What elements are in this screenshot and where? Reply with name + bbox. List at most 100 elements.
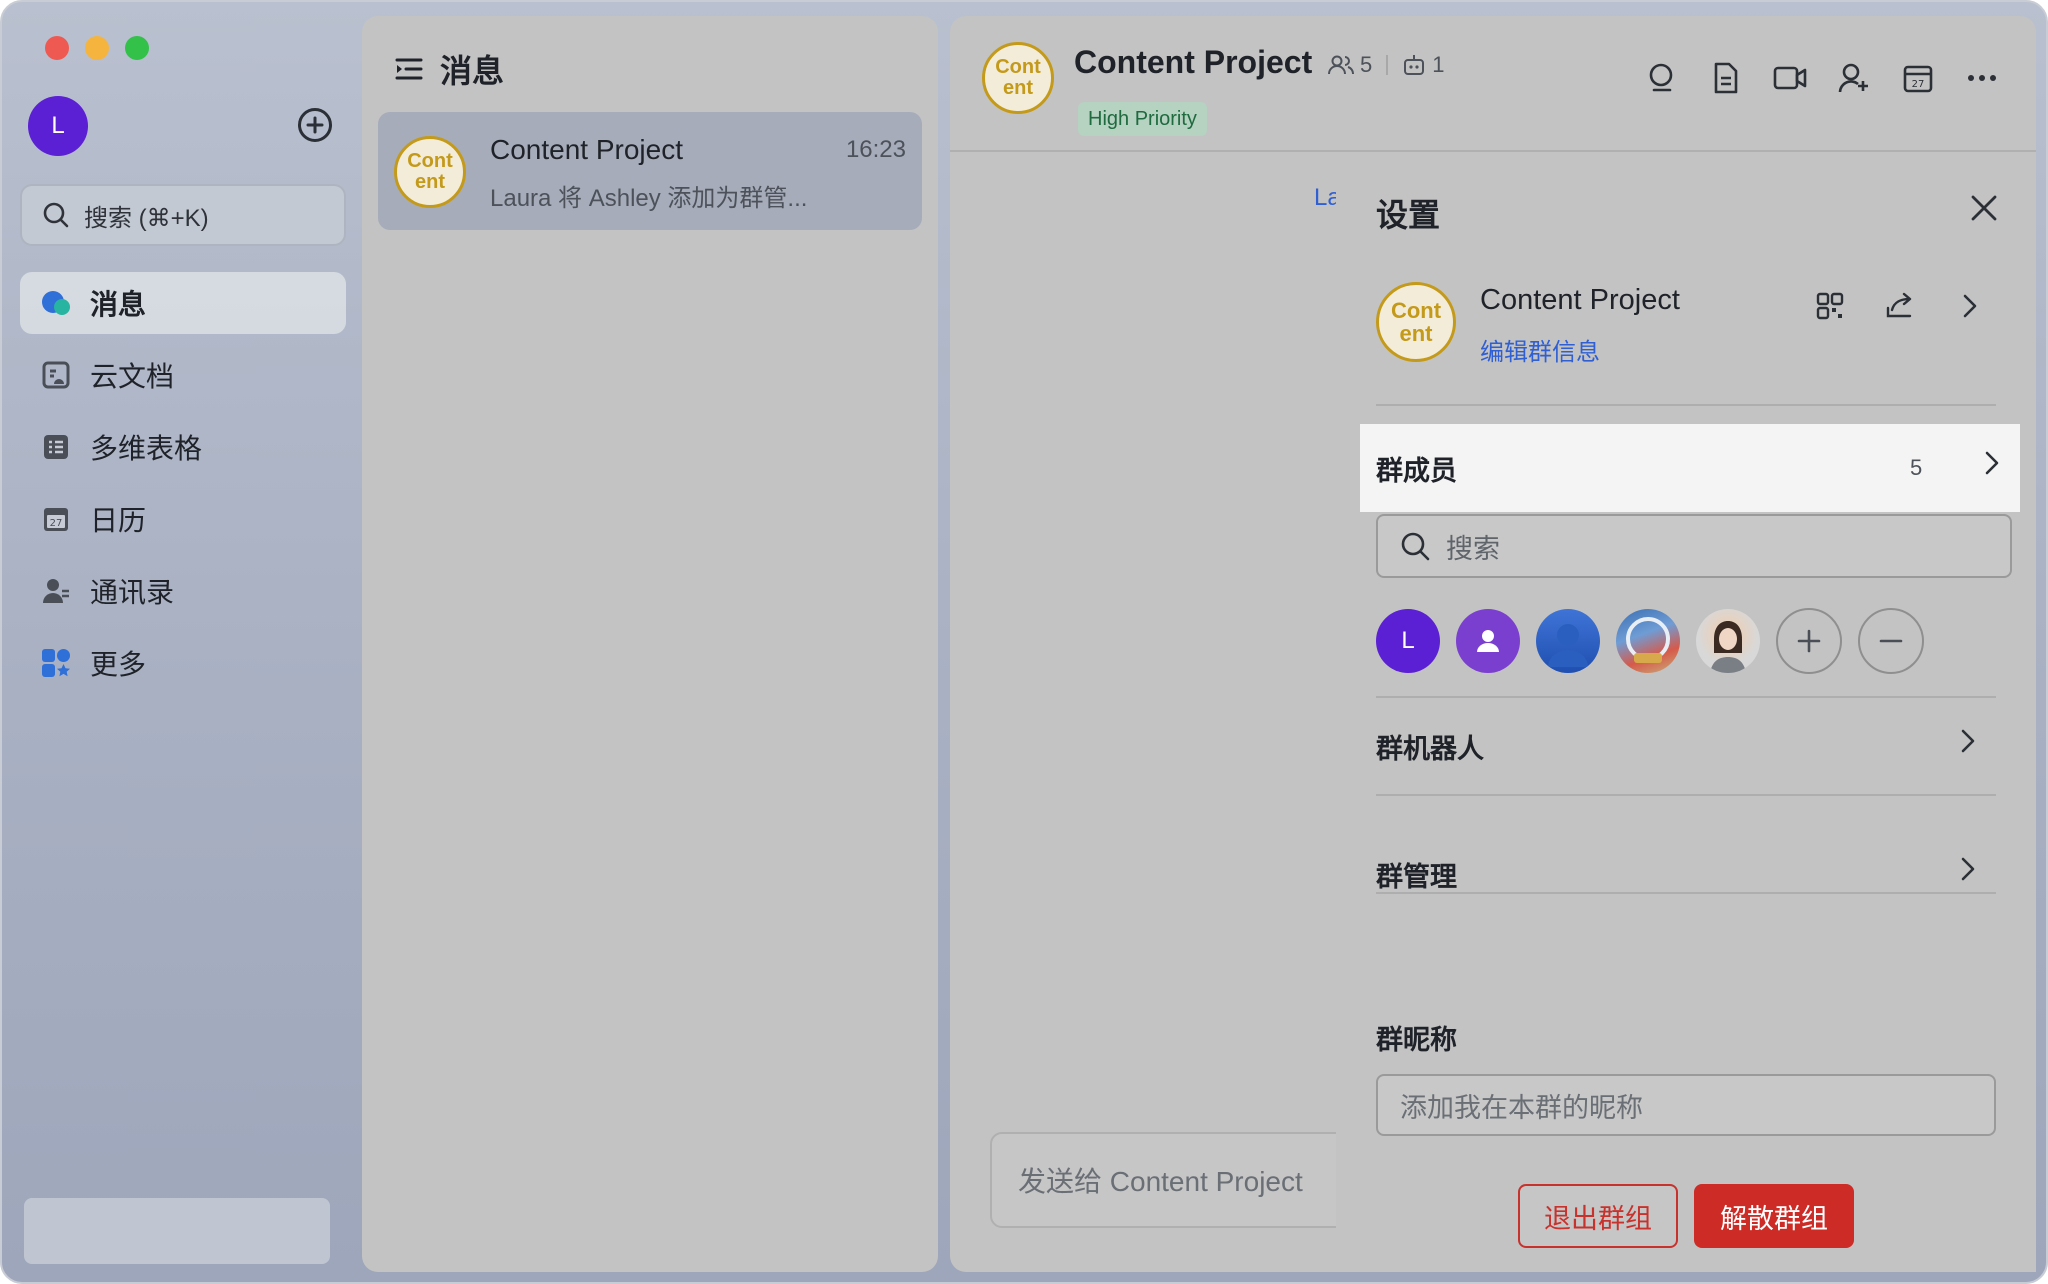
plus-icon [1797,629,1821,653]
nickname-label: 群昵称 [1376,1025,1457,1055]
conversation-preview: Laura 将 Ashley 添加为群管... [490,185,808,212]
group-info-actions [1812,288,2022,324]
window-close-button[interactable] [45,36,69,60]
search-chat-button[interactable] [1644,60,1680,96]
search-icon [1400,531,1430,561]
sidebar-item-contacts[interactable]: 通讯录 [20,560,346,622]
more-apps-icon [40,647,72,679]
member-count-value: 5 [1360,52,1373,77]
add-member-icon [1838,63,1868,93]
group-manage-label: 群管理 [1376,861,1457,892]
chevron-right-icon [1960,728,1976,761]
collapse-list-icon[interactable] [394,54,424,84]
group-avatar-text: Cont ent [407,150,453,193]
sidebar-item-calendar[interactable]: 27 日历 [20,488,346,550]
chat-group-avatar[interactable]: Cont ent [982,42,1054,114]
doc-icon [1714,62,1738,94]
cloud-doc-icon [40,359,72,391]
sidebar-item-label: 云文档 [90,361,175,392]
person-icon [1477,630,1499,652]
add-member-button[interactable] [1836,60,1872,96]
window-minimize-button[interactable] [85,36,109,60]
group-members-count: 5 [1910,455,1923,480]
nickname-input[interactable]: 添加我在本群的昵称 [1376,1074,1996,1136]
divider [1376,404,1996,406]
search-icon [1649,63,1673,92]
global-search[interactable]: 搜索 (⌘+K) [20,184,346,246]
priority-tag: High Priority [1078,102,1207,136]
qr-code-button[interactable] [1812,288,1848,324]
sidebar-item-label: 多维表格 [90,433,203,464]
member-avatar[interactable] [1616,609,1680,673]
chat-header: Cont ent Content Project 5 1 High Priori… [950,16,2036,152]
svg-text:27: 27 [50,518,63,529]
sidebar-item-label: 通讯录 [90,577,175,608]
sidebar-nav: 消息 云文档 多维表格 27 日历 通讯录 更多 [20,272,346,704]
more-button[interactable] [1964,60,2000,96]
qr-code-icon [1816,292,1844,320]
group-avatar-text: Cont ent [995,56,1041,99]
group-members-row[interactable]: 群成员 5 [1360,424,2020,512]
svg-text:27: 27 [1912,79,1925,90]
disband-group-button[interactable]: 解散群组 [1694,1184,1854,1248]
composer-placeholder: 发送给 Content Project [1018,1166,1303,1197]
base-table-icon [40,431,72,463]
sidebar-item-more[interactable]: 更多 [20,632,346,694]
member-avatar[interactable] [1696,609,1760,673]
calendar-icon: 27 [1903,65,1933,93]
member-count[interactable]: 5 [1328,52,1372,78]
user-avatar[interactable]: L [28,96,88,156]
settings-panel: 设置 Cont ent Content Project 编辑群信息 群成员 5 … [1336,152,2036,1272]
sidebar-item-docs[interactable]: 云文档 [20,344,346,406]
conversation-item[interactable]: Cont ent Content Project 16:23 Laura 将 A… [378,112,922,230]
bot-icon [1404,55,1425,75]
group-bots-label: 群机器人 [1376,733,1484,764]
minus-icon [1879,639,1903,643]
group-manage-row[interactable]: 群管理 [1376,844,1996,904]
group-avatar: Cont ent [394,136,466,208]
window-maximize-button[interactable] [125,36,149,60]
plus-circle-icon [306,116,324,134]
share-group-button[interactable] [1882,288,1918,324]
calendar-button[interactable]: 27 [1900,60,1936,96]
settings-group-avatar[interactable]: Cont ent [1376,282,1456,362]
member-avatar[interactable] [1536,609,1600,673]
leave-group-button[interactable]: 退出群组 [1518,1184,1678,1248]
photo-avatar-icon [1626,617,1670,663]
member-avatar[interactable]: L [1376,609,1440,673]
member-avatar[interactable] [1456,609,1520,673]
bot-count-value: 1 [1432,52,1445,77]
app-window: L 搜索 (⌘+K) 消息 云文档 多维表格 27 日历 通讯录 更多 消息 C… [0,0,2048,1284]
member-search-input[interactable]: 搜索 [1376,514,2012,578]
settings-title: 设置 [1376,197,1441,233]
remove-member-circle-button[interactable] [1858,608,1924,674]
chevron-right-icon [1984,450,2000,481]
calendar-icon: 27 [40,503,72,535]
close-settings-button[interactable] [1966,190,2002,226]
settings-group-name: Content Project [1480,284,1680,316]
edit-group-info-link[interactable]: 编辑群信息 [1480,332,1600,367]
group-bots-row[interactable]: 群机器人 [1376,716,1996,776]
sidebar-item-messages[interactable]: 消息 [20,272,346,334]
sidebar-item-base[interactable]: 多维表格 [20,416,346,478]
add-member-circle-button[interactable] [1776,608,1842,674]
video-call-icon [1773,66,1807,90]
video-call-button[interactable] [1772,60,1808,96]
chat-title[interactable]: Content Project [1074,44,1312,81]
share-icon [1886,292,1912,318]
contacts-icon [40,575,72,607]
search-icon [42,201,70,229]
docs-button[interactable] [1708,60,1744,96]
conversation-list-header: 消息 [394,46,504,92]
create-button[interactable] [298,108,332,142]
members-icon [1328,55,1354,75]
chat-header-tools: 27 [1616,60,2000,96]
member-avatar-list: L [1376,608,1940,674]
chevron-right-icon [1960,856,1976,889]
bot-count[interactable]: 1 [1402,52,1445,78]
blurred-footer [24,1198,330,1264]
more-icon [1968,75,1996,81]
group-info-chevron[interactable] [1952,288,1988,324]
person-icon [1548,624,1588,667]
conversation-list-title: 消息 [440,53,505,89]
